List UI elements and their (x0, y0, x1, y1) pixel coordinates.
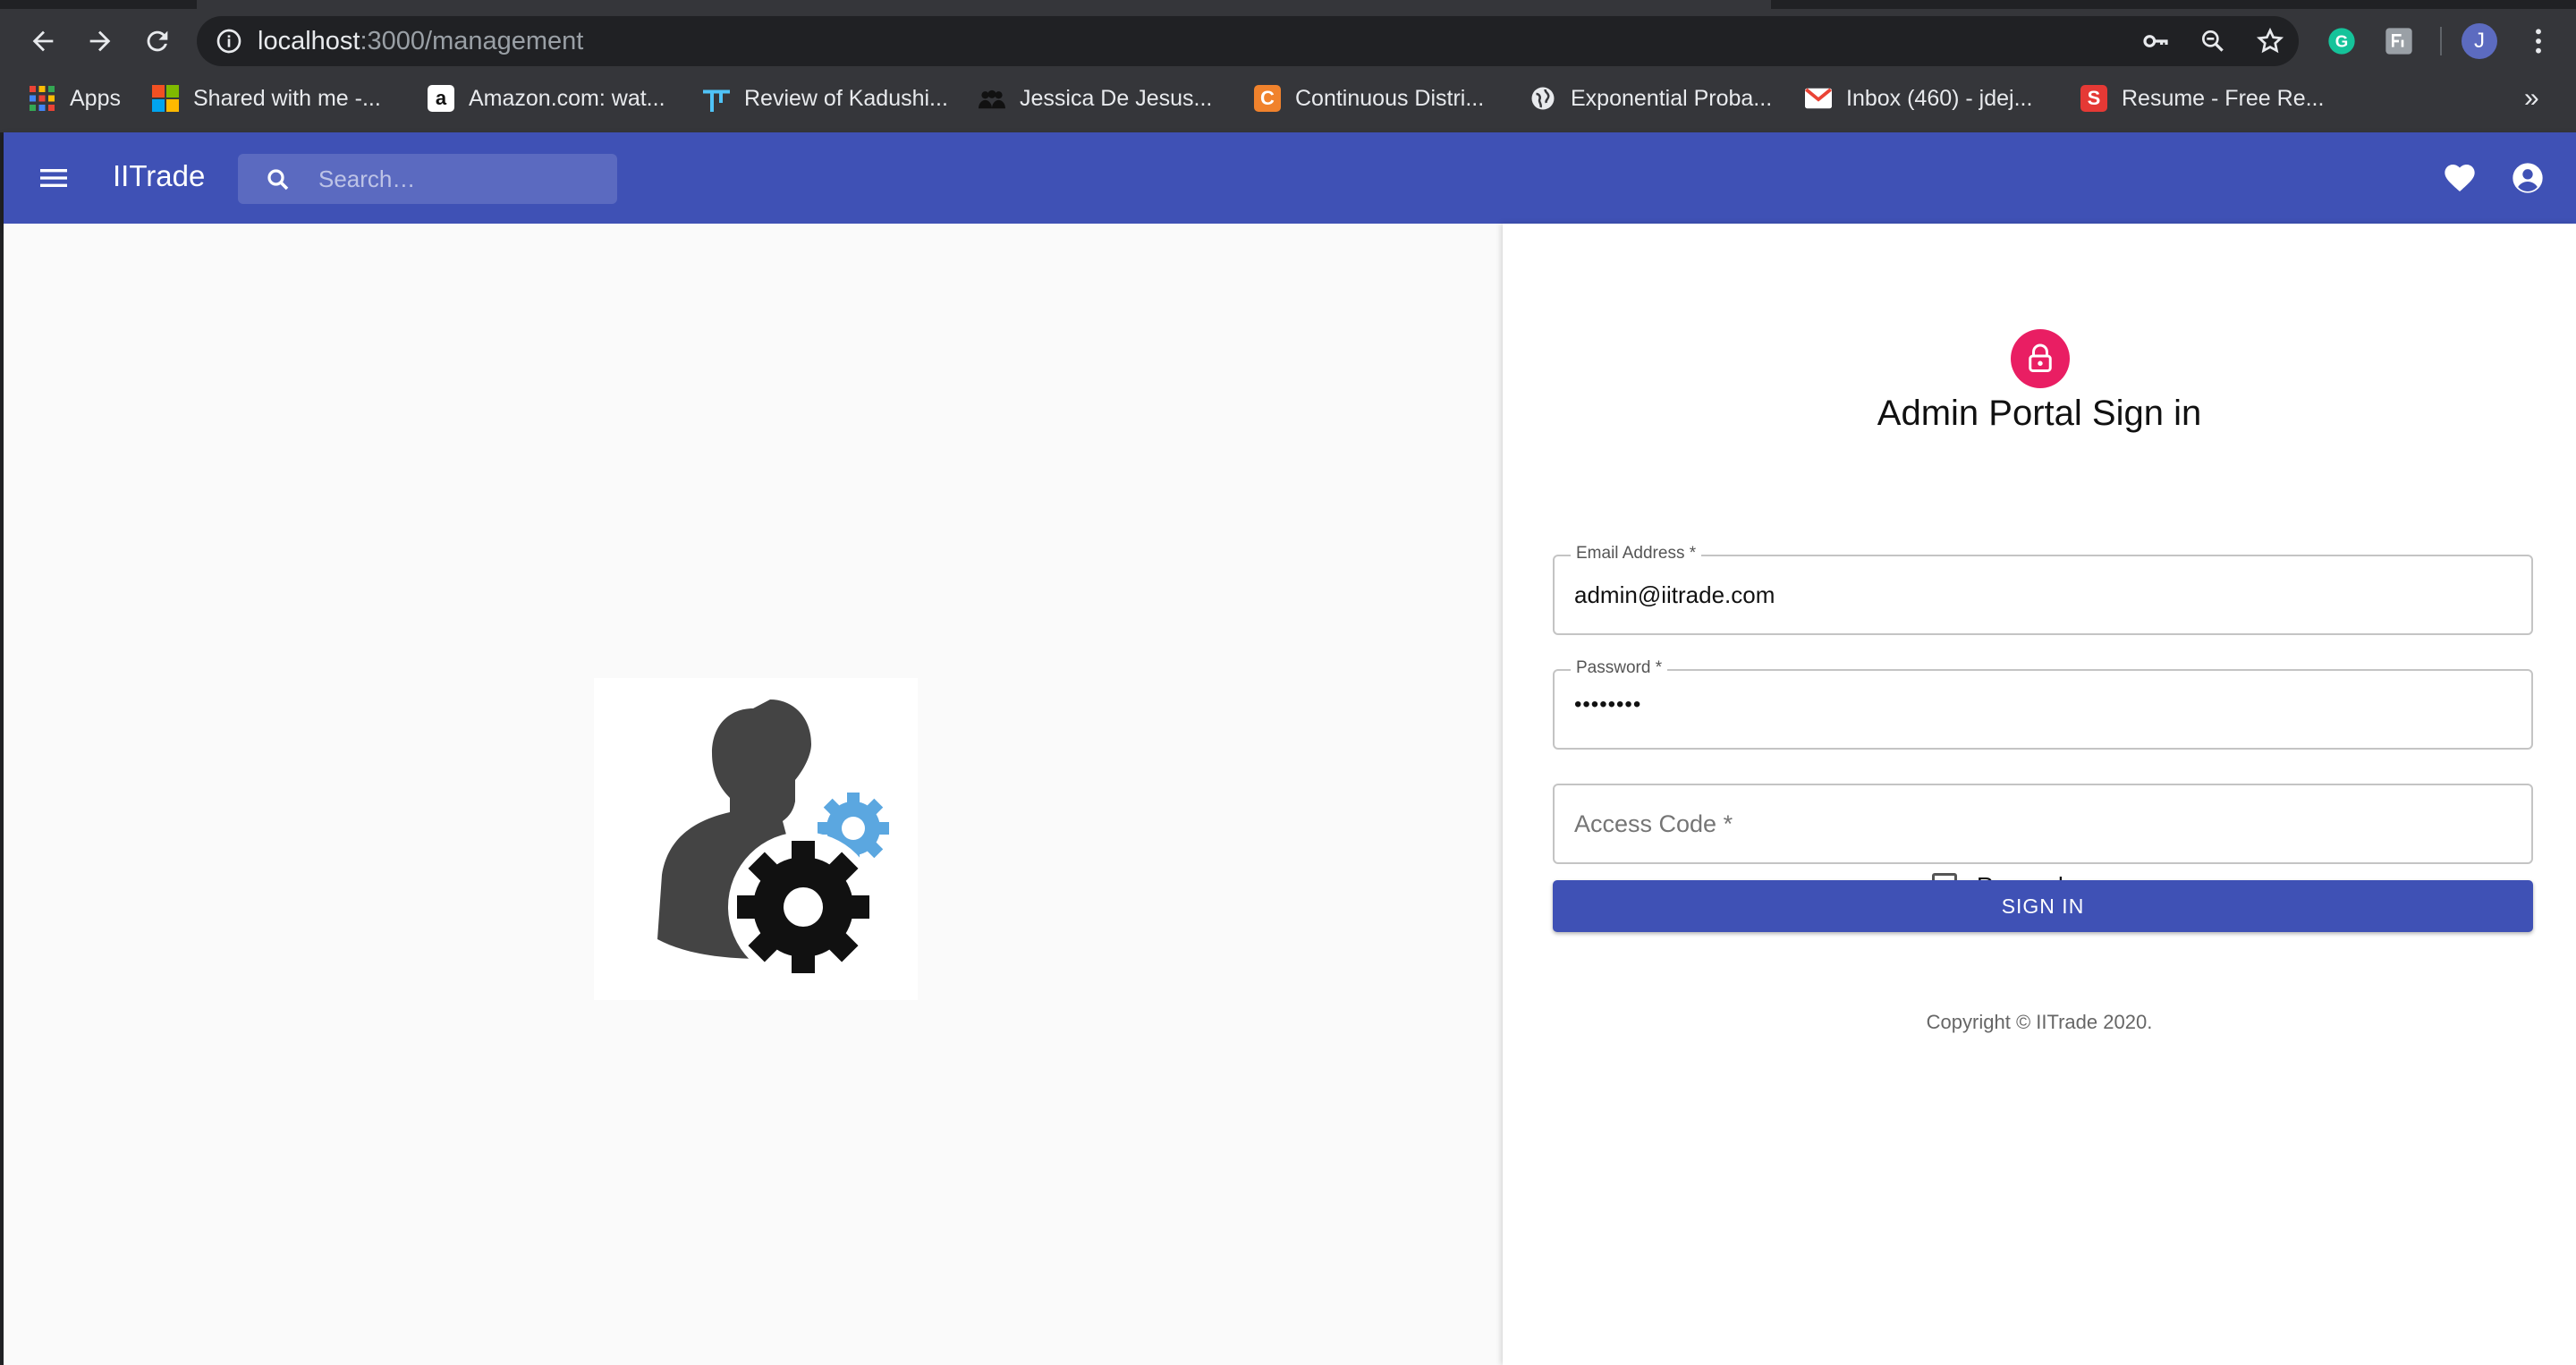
bookmarks-bar: Apps Shared with me -... a Amazon.com: w… (0, 79, 2576, 118)
sign-in-button[interactable]: SIGN IN (1553, 880, 2533, 932)
bookmark-star-icon[interactable] (2256, 27, 2284, 55)
bookmark-label: Shared with me -... (193, 85, 381, 111)
bookmark-apps[interactable]: Apps (29, 82, 121, 114)
extension-icon[interactable] (2381, 23, 2417, 59)
forward-button[interactable] (80, 21, 120, 61)
c-icon: C (1254, 85, 1281, 112)
bookmark-label: Review of Kadushi... (744, 85, 948, 111)
s-icon: S (2080, 85, 2107, 112)
illustration-pane (4, 224, 1503, 1365)
favorites-heart-icon[interactable] (2442, 160, 2478, 196)
back-button[interactable] (23, 21, 63, 61)
bookmark-review[interactable]: Review of Kadushi... (703, 82, 948, 114)
admin-settings-illustration (594, 678, 918, 1000)
profile-initial: J (2474, 29, 2485, 53)
page-content: IITrade Search… Admin Portal Sign in Ema… (4, 132, 2576, 1365)
search-icon (267, 169, 289, 191)
browser-menu-button[interactable] (2521, 23, 2556, 59)
password-value: •••••••• (1574, 692, 1642, 716)
bookmark-continuous[interactable]: C Continuous Distri... (1254, 82, 1484, 114)
bookmark-inbox[interactable]: Inbox (460) - jdej... (1805, 82, 2032, 114)
apps-grid-icon (29, 85, 55, 112)
bookmark-label: Resume - Free Re... (2122, 85, 2325, 111)
more-vert-icon (2536, 29, 2541, 54)
email-label: Email Address * (1571, 544, 1702, 564)
email-value: admin@iitrade.com (1574, 581, 1775, 608)
grammarly-extension-icon[interactable]: G (2324, 23, 2360, 59)
email-field[interactable]: Email Address * admin@iitrade.com (1553, 544, 2533, 635)
bookmarks-overflow-button[interactable]: » (2524, 82, 2539, 114)
password-field[interactable]: Password * •••••••• (1553, 658, 2533, 750)
password-label: Password * (1571, 658, 1668, 678)
site-info-icon[interactable] (215, 27, 243, 60)
hamburger-menu-icon[interactable] (36, 160, 72, 196)
bookmark-shared-with-me[interactable]: Shared with me -... (152, 82, 381, 114)
account-circle-icon[interactable] (2510, 160, 2546, 196)
bookmark-label: Continuous Distri... (1295, 85, 1485, 111)
arrow-left-icon (32, 30, 54, 52)
page-title: Admin Portal Sign in (1877, 394, 2202, 433)
access-code-placeholder: Access Code * (1574, 810, 1733, 837)
search-box (238, 154, 617, 204)
bookmark-amazon[interactable]: a Amazon.com: wat... (428, 82, 665, 114)
browser-chrome: localhost:3000/management G J Apps Share… (0, 0, 2576, 132)
sign-in-panel: Admin Portal Sign in Email Address * adm… (1503, 224, 2576, 1365)
reload-button[interactable] (138, 21, 177, 61)
profile-avatar[interactable]: J (2462, 23, 2497, 59)
lock-icon (2029, 343, 2052, 372)
brand-title[interactable]: IITrade (113, 159, 205, 193)
address-bar[interactable]: localhost:3000/management (197, 16, 2299, 66)
gmail-icon (1805, 85, 1832, 112)
arrow-right-icon (89, 30, 111, 52)
amazon-icon: a (428, 85, 454, 112)
bookmark-label: Exponential Proba... (1571, 85, 1773, 111)
bookmark-label: Jessica De Jesus... (1020, 85, 1213, 111)
bookmark-label: Amazon.com: wat... (469, 85, 665, 111)
zoom-icon[interactable] (2199, 27, 2227, 55)
copyright-text: Copyright © IITrade 2020. (1926, 1011, 2153, 1033)
review-icon (703, 85, 730, 112)
globe-icon (1530, 85, 1556, 112)
url-text: localhost:3000/management (258, 27, 584, 55)
bookmark-label: Inbox (460) - jdej... (1846, 85, 2033, 111)
lock-avatar (2011, 329, 2070, 388)
bookmark-exponential[interactable]: Exponential Proba... (1530, 82, 1772, 114)
people-icon (979, 85, 1005, 112)
microsoft-icon (152, 85, 179, 112)
search-input[interactable] (318, 154, 605, 204)
access-code-field[interactable]: Access Code * (1553, 784, 2533, 864)
bookmark-label: Apps (70, 85, 121, 111)
tab-strip (0, 0, 2576, 9)
key-icon[interactable] (2141, 27, 2170, 55)
toolbar-divider (2440, 27, 2442, 55)
bookmark-resume[interactable]: S Resume - Free Re... (2080, 82, 2324, 114)
reload-icon (147, 30, 168, 52)
svg-text:G: G (2335, 32, 2349, 51)
app-bar: IITrade (4, 132, 2576, 224)
bookmark-jessica[interactable]: Jessica De Jesus... (979, 82, 1212, 114)
